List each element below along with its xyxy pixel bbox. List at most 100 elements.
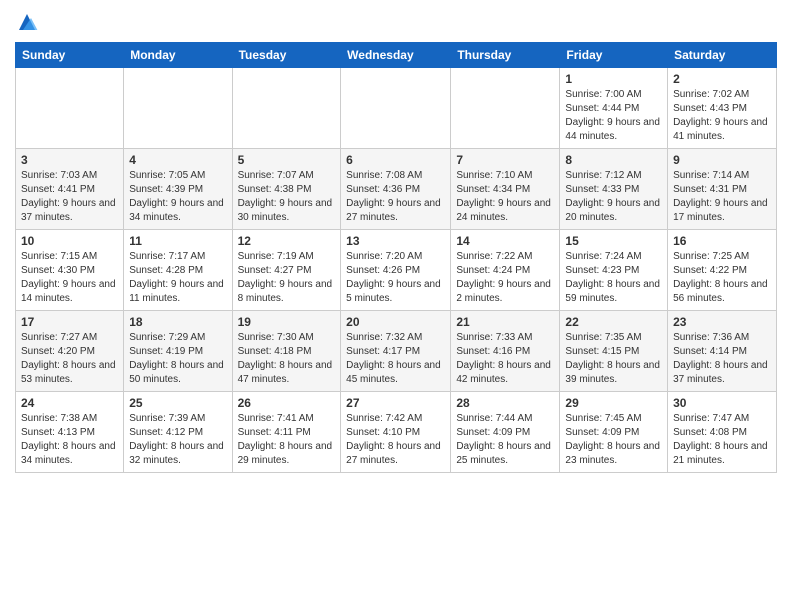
day-number: 11: [129, 234, 226, 248]
day-info: Sunrise: 7:14 AM Sunset: 4:31 PM Dayligh…: [673, 169, 771, 225]
day-number: 1: [565, 72, 662, 86]
day-number: 10: [21, 234, 118, 248]
day-info: Sunrise: 7:20 AM Sunset: 4:26 PM Dayligh…: [346, 250, 445, 306]
day-info: Sunrise: 7:39 AM Sunset: 4:12 PM Dayligh…: [129, 412, 226, 468]
day-number: 18: [129, 315, 226, 329]
day-info: Sunrise: 7:45 AM Sunset: 4:09 PM Dayligh…: [565, 412, 662, 468]
day-info: Sunrise: 7:38 AM Sunset: 4:13 PM Dayligh…: [21, 412, 118, 468]
calendar-week-row: 3 Sunrise: 7:03 AM Sunset: 4:41 PM Daylig…: [16, 149, 777, 230]
day-of-week-header: Sunday: [16, 43, 124, 68]
calendar-cell: 16 Sunrise: 7:25 AM Sunset: 4:22 PM Dayli…: [668, 230, 777, 311]
day-of-week-header: Saturday: [668, 43, 777, 68]
day-number: 23: [673, 315, 771, 329]
day-number: 26: [238, 396, 336, 410]
calendar-cell: 21 Sunrise: 7:33 AM Sunset: 4:16 PM Dayli…: [451, 311, 560, 392]
calendar-week-row: 10 Sunrise: 7:15 AM Sunset: 4:30 PM Dayli…: [16, 230, 777, 311]
calendar-cell: 13 Sunrise: 7:20 AM Sunset: 4:26 PM Dayli…: [341, 230, 451, 311]
day-info: Sunrise: 7:08 AM Sunset: 4:36 PM Dayligh…: [346, 169, 445, 225]
day-info: Sunrise: 7:33 AM Sunset: 4:16 PM Dayligh…: [456, 331, 554, 387]
day-info: Sunrise: 7:47 AM Sunset: 4:08 PM Dayligh…: [673, 412, 771, 468]
day-info: Sunrise: 7:44 AM Sunset: 4:09 PM Dayligh…: [456, 412, 554, 468]
calendar-cell: [124, 68, 232, 149]
day-info: Sunrise: 7:27 AM Sunset: 4:20 PM Dayligh…: [21, 331, 118, 387]
day-number: 6: [346, 153, 445, 167]
day-number: 15: [565, 234, 662, 248]
calendar-cell: 30 Sunrise: 7:47 AM Sunset: 4:08 PM Dayli…: [668, 392, 777, 473]
calendar-cell: 12Sunrise: 7:19 AM Sunset: 4:27 PM Dayli…: [232, 230, 341, 311]
day-number: 2: [673, 72, 771, 86]
day-info: Sunrise: 7:22 AM Sunset: 4:24 PM Dayligh…: [456, 250, 554, 306]
calendar-week-row: 24 Sunrise: 7:38 AM Sunset: 4:13 PM Dayli…: [16, 392, 777, 473]
day-number: 9: [673, 153, 771, 167]
day-info: Sunrise: 7:42 AM Sunset: 4:10 PM Dayligh…: [346, 412, 445, 468]
day-info: Sunrise: 7:05 AM Sunset: 4:39 PM Dayligh…: [129, 169, 226, 225]
day-info: Sunrise: 7:00 AM Sunset: 4:44 PM Dayligh…: [565, 88, 662, 144]
day-number: 22: [565, 315, 662, 329]
page-header: [15, 10, 777, 34]
day-of-week-header: Thursday: [451, 43, 560, 68]
day-number: 19: [238, 315, 336, 329]
calendar-cell: 9 Sunrise: 7:14 AM Sunset: 4:31 PM Daylig…: [668, 149, 777, 230]
day-info: Sunrise: 7:32 AM Sunset: 4:17 PM Dayligh…: [346, 331, 445, 387]
calendar-cell: 11Sunrise: 7:17 AM Sunset: 4:28 PM Dayli…: [124, 230, 232, 311]
day-info: Sunrise: 7:30 AM Sunset: 4:18 PM Dayligh…: [238, 331, 336, 387]
day-number: 25: [129, 396, 226, 410]
day-info: Sunrise: 7:35 AM Sunset: 4:15 PM Dayligh…: [565, 331, 662, 387]
calendar-cell: 2Sunrise: 7:02 AM Sunset: 4:43 PM Daylig…: [668, 68, 777, 149]
day-info: Sunrise: 7:24 AM Sunset: 4:23 PM Dayligh…: [565, 250, 662, 306]
day-number: 7: [456, 153, 554, 167]
calendar-week-row: 1 Sunrise: 7:00 AM Sunset: 4:44 PM Daylig…: [16, 68, 777, 149]
calendar-cell: 19 Sunrise: 7:30 AM Sunset: 4:18 PM Dayli…: [232, 311, 341, 392]
calendar-cell: [341, 68, 451, 149]
calendar-cell: 27 Sunrise: 7:42 AM Sunset: 4:10 PM Dayli…: [341, 392, 451, 473]
calendar-header-row: SundayMondayTuesdayWednesdayThursdayFrid…: [16, 43, 777, 68]
calendar-cell: 4 Sunrise: 7:05 AM Sunset: 4:39 PM Daylig…: [124, 149, 232, 230]
day-of-week-header: Friday: [560, 43, 668, 68]
calendar-cell: 3 Sunrise: 7:03 AM Sunset: 4:41 PM Daylig…: [16, 149, 124, 230]
day-info: Sunrise: 7:03 AM Sunset: 4:41 PM Dayligh…: [21, 169, 118, 225]
calendar-cell: 10 Sunrise: 7:15 AM Sunset: 4:30 PM Dayli…: [16, 230, 124, 311]
day-number: 30: [673, 396, 771, 410]
calendar-cell: 7 Sunrise: 7:10 AM Sunset: 4:34 PM Daylig…: [451, 149, 560, 230]
day-info: Sunrise: 7:12 AM Sunset: 4:33 PM Dayligh…: [565, 169, 662, 225]
logo-icon: [15, 10, 39, 34]
logo: [15, 10, 43, 34]
day-info: Sunrise: 7:41 AM Sunset: 4:11 PM Dayligh…: [238, 412, 336, 468]
calendar-cell: 15 Sunrise: 7:24 AM Sunset: 4:23 PM Dayli…: [560, 230, 668, 311]
day-number: 17: [21, 315, 118, 329]
calendar-cell: 22 Sunrise: 7:35 AM Sunset: 4:15 PM Dayli…: [560, 311, 668, 392]
calendar-table: SundayMondayTuesdayWednesdayThursdayFrid…: [15, 42, 777, 473]
day-number: 13: [346, 234, 445, 248]
day-number: 28: [456, 396, 554, 410]
day-info: Sunrise: 7:07 AM Sunset: 4:38 PM Dayligh…: [238, 169, 336, 225]
calendar-cell: 8Sunrise: 7:12 AM Sunset: 4:33 PM Daylig…: [560, 149, 668, 230]
day-number: 16: [673, 234, 771, 248]
day-number: 3: [21, 153, 118, 167]
day-of-week-header: Tuesday: [232, 43, 341, 68]
day-number: 4: [129, 153, 226, 167]
day-of-week-header: Monday: [124, 43, 232, 68]
day-of-week-header: Wednesday: [341, 43, 451, 68]
day-info: Sunrise: 7:10 AM Sunset: 4:34 PM Dayligh…: [456, 169, 554, 225]
day-number: 27: [346, 396, 445, 410]
calendar-cell: 20Sunrise: 7:32 AM Sunset: 4:17 PM Dayli…: [341, 311, 451, 392]
calendar-cell: 18Sunrise: 7:29 AM Sunset: 4:19 PM Dayli…: [124, 311, 232, 392]
calendar-cell: 29 Sunrise: 7:45 AM Sunset: 4:09 PM Dayli…: [560, 392, 668, 473]
calendar-cell: 1 Sunrise: 7:00 AM Sunset: 4:44 PM Daylig…: [560, 68, 668, 149]
calendar-cell: [232, 68, 341, 149]
day-info: Sunrise: 7:25 AM Sunset: 4:22 PM Dayligh…: [673, 250, 771, 306]
calendar-cell: [451, 68, 560, 149]
calendar-cell: 17 Sunrise: 7:27 AM Sunset: 4:20 PM Dayli…: [16, 311, 124, 392]
day-info: Sunrise: 7:15 AM Sunset: 4:30 PM Dayligh…: [21, 250, 118, 306]
day-number: 24: [21, 396, 118, 410]
day-info: Sunrise: 7:36 AM Sunset: 4:14 PM Dayligh…: [673, 331, 771, 387]
day-number: 5: [238, 153, 336, 167]
calendar-cell: 5 Sunrise: 7:07 AM Sunset: 4:38 PM Daylig…: [232, 149, 341, 230]
calendar-cell: [16, 68, 124, 149]
calendar-cell: 28 Sunrise: 7:44 AM Sunset: 4:09 PM Dayli…: [451, 392, 560, 473]
day-number: 21: [456, 315, 554, 329]
calendar-cell: 24 Sunrise: 7:38 AM Sunset: 4:13 PM Dayli…: [16, 392, 124, 473]
day-number: 29: [565, 396, 662, 410]
calendar-cell: 26 Sunrise: 7:41 AM Sunset: 4:11 PM Dayli…: [232, 392, 341, 473]
calendar-cell: 6 Sunrise: 7:08 AM Sunset: 4:36 PM Daylig…: [341, 149, 451, 230]
